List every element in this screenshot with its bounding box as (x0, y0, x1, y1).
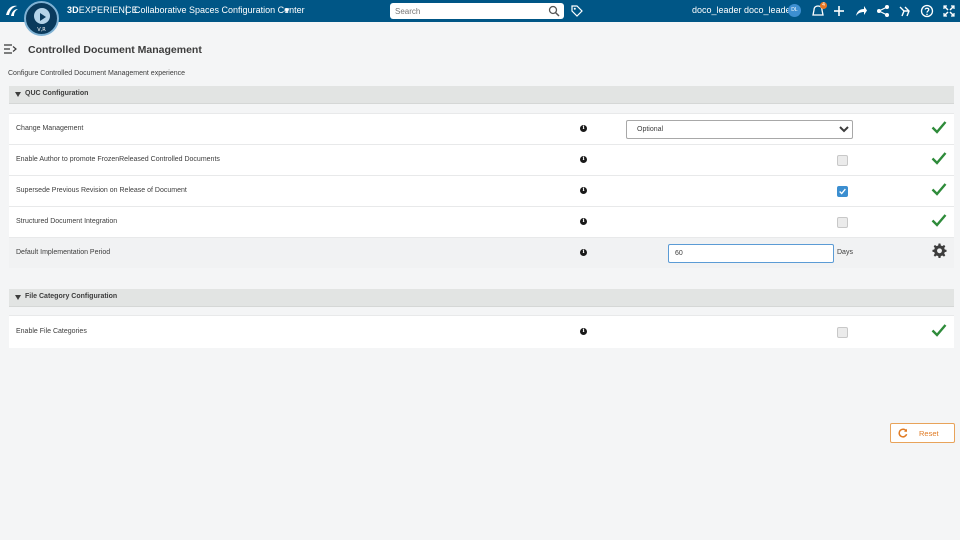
setting-label: Structured Document Integration (16, 218, 118, 225)
section-header-quc[interactable]: QUC Configuration (9, 86, 954, 104)
compass-button[interactable]: V,R (24, 1, 59, 36)
section-title: QUC Configuration (25, 90, 89, 97)
page-title: Controlled Document Management (28, 44, 202, 56)
check-mark-icon (931, 183, 947, 196)
tag-icon[interactable] (571, 5, 583, 17)
dassault-logo-icon[interactable] (4, 3, 20, 19)
enable-author-promote-checkbox[interactable] (837, 155, 848, 166)
info-icon[interactable]: i (580, 156, 587, 163)
share-icon[interactable] (854, 4, 868, 18)
avatar[interactable]: DL (788, 4, 801, 17)
brand-separator: | (125, 5, 128, 16)
info-icon[interactable]: i (580, 328, 587, 335)
chevron-down-icon[interactable]: ▼ (283, 6, 291, 15)
enable-file-categories-checkbox[interactable] (837, 327, 848, 338)
check-mark-icon (931, 121, 947, 134)
change-management-select[interactable]: Optional (626, 120, 853, 139)
reset-button[interactable]: Reset (890, 423, 955, 443)
supersede-revision-checkbox[interactable] (837, 186, 848, 197)
setting-row-implementation-period: Default Implementation Period i Days (9, 237, 954, 268)
search-icon[interactable] (548, 5, 560, 17)
info-icon[interactable]: i (580, 249, 587, 256)
fullscreen-icon[interactable] (942, 4, 956, 18)
collapse-icon[interactable] (15, 295, 21, 300)
search-input[interactable] (395, 5, 545, 17)
help-icon[interactable] (920, 4, 934, 18)
top-bar: 3DEXPERIENCE | Collaborative Spaces Conf… (0, 0, 960, 22)
page-description: Configure Controlled Document Management… (8, 70, 186, 77)
reset-label: Reset (919, 429, 939, 438)
info-icon[interactable]: i (580, 125, 587, 132)
setting-label: Default Implementation Period (16, 249, 111, 256)
notification-badge: 4 (820, 2, 827, 9)
refresh-icon (898, 428, 908, 438)
implementation-period-input[interactable] (668, 244, 834, 263)
setting-row-supersede-revision: Supersede Previous Revision on Release o… (9, 175, 954, 206)
compass-label: V,R (37, 27, 46, 33)
section-header-file-category[interactable]: File Category Configuration (9, 289, 954, 307)
setting-label: Supersede Previous Revision on Release o… (16, 187, 187, 194)
setting-label: Change Management (16, 125, 84, 132)
search-box (390, 3, 564, 19)
gear-icon[interactable] (932, 243, 947, 258)
collaboration-icon[interactable] (876, 4, 890, 18)
structured-document-checkbox[interactable] (837, 217, 848, 228)
play-icon (40, 13, 46, 21)
section-title: File Category Configuration (25, 293, 118, 300)
setting-row-enable-author-promote: Enable Author to promote FrozenReleased … (9, 144, 954, 175)
check-mark-icon (931, 152, 947, 165)
setting-row-enable-file-categories: Enable File Categories i (9, 315, 954, 348)
info-icon[interactable]: i (580, 218, 587, 225)
checkbox-check-icon (839, 188, 846, 195)
check-mark-icon (931, 214, 947, 227)
unit-label: Days (837, 249, 853, 256)
setting-row-structured-document: Structured Document Integration i (9, 206, 954, 237)
setting-label: Enable Author to promote FrozenReleased … (16, 156, 220, 163)
apps-icon[interactable] (898, 4, 912, 18)
plus-icon[interactable] (832, 4, 846, 18)
setting-label: Enable File Categories (16, 328, 87, 335)
app-title[interactable]: Collaborative Spaces Configuration Cente… (134, 5, 305, 15)
collapse-icon[interactable] (15, 92, 21, 97)
check-mark-icon (931, 324, 947, 337)
user-name[interactable]: doco_leader doco_leader (692, 5, 794, 15)
side-menu-icon[interactable] (3, 43, 17, 55)
info-icon[interactable]: i (580, 187, 587, 194)
setting-row-change-management: Change Management i Optional (9, 113, 954, 144)
